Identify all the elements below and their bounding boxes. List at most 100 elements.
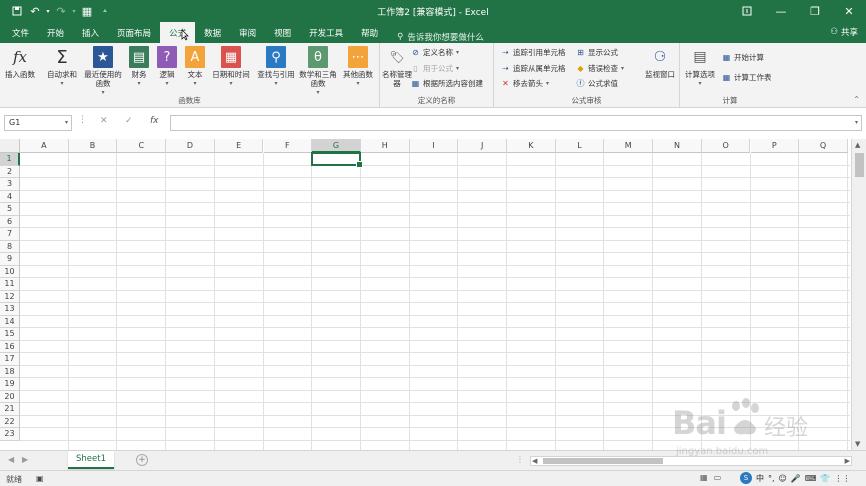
horizontal-scroll-thumb[interactable] — [543, 458, 663, 464]
define-name-button[interactable]: ⊘ 定义名称 ▾ — [411, 47, 459, 58]
column-header-c[interactable]: C — [117, 139, 167, 153]
name-box-dropdown-icon[interactable]: ▾ — [65, 119, 68, 126]
minimize-icon[interactable]: — — [764, 0, 798, 22]
column-header-i[interactable]: I — [409, 139, 459, 153]
more-functions-button[interactable]: ⋯ 其他函数 ▾ — [340, 46, 376, 88]
tab-file[interactable]: 文件 — [0, 22, 38, 43]
cancel-icon[interactable]: ✕ — [100, 116, 108, 126]
insert-function-icon[interactable]: fx — [150, 116, 159, 126]
restore-icon[interactable]: ❐ — [798, 0, 832, 22]
emoji-icon[interactable]: ☺ — [779, 474, 787, 483]
text-button[interactable]: A 文本 ▾ — [183, 46, 207, 88]
column-header-k[interactable]: K — [507, 139, 556, 153]
tab-split-grip-icon[interactable]: ⋮ — [516, 455, 524, 464]
column-header-m[interactable]: M — [604, 139, 654, 153]
scroll-up-icon[interactable]: ▲ — [855, 141, 860, 149]
formula-input[interactable]: ▾ — [170, 115, 862, 131]
sheet-tab-sheet1[interactable]: Sheet1 — [68, 451, 114, 469]
calculate-now-button[interactable]: ▦ 开始计算 — [722, 52, 764, 63]
column-header-q[interactable]: Q — [799, 139, 848, 153]
vertical-scrollbar[interactable]: ▲ ▼ — [851, 139, 866, 450]
normal-view-icon[interactable]: ▦ — [700, 473, 708, 482]
trace-precedents-button[interactable]: ⇢ 追踪引用单元格 — [501, 47, 565, 58]
calculate-sheet-button[interactable]: ▦ 计算工作表 — [722, 72, 772, 83]
tab-page-layout[interactable]: 页面布局 — [108, 22, 160, 43]
autosum-button[interactable]: Σ 自动求和 ▾ — [44, 46, 80, 88]
logical-button[interactable]: ? 逻辑 ▾ — [155, 46, 179, 88]
tab-review[interactable]: 审阅 — [230, 22, 265, 43]
calculation-options-button[interactable]: ▤ 计算选项 ▾ — [684, 46, 716, 88]
date-time-button[interactable]: ▦ 日期和时间 ▾ — [209, 46, 253, 88]
form-icon[interactable]: ▦ — [78, 0, 96, 22]
name-manager-button[interactable]: 🏷 名称管理器 — [382, 46, 412, 89]
tab-data[interactable]: 数据 — [195, 22, 230, 43]
ime-menu-icon[interactable]: ⋮⋮ — [834, 474, 850, 483]
row-header-3[interactable]: 3 — [0, 178, 20, 191]
microphone-icon[interactable]: 🎤 — [791, 474, 801, 483]
enter-icon[interactable]: ✓ — [125, 116, 133, 126]
collapse-ribbon-icon[interactable]: ⌃ — [853, 95, 860, 104]
trace-dependents-button[interactable]: ⇢ 追踪从属单元格 — [501, 63, 565, 74]
recently-used-button[interactable]: ★ 最近使用的函数 ▾ — [82, 46, 124, 97]
row-header-21[interactable]: 21 — [0, 403, 20, 416]
column-header-e[interactable]: E — [214, 139, 264, 153]
insert-function-button[interactable]: fx 插入函数 — [3, 46, 37, 79]
row-header-13[interactable]: 13 — [0, 303, 20, 316]
row-header-7[interactable]: 7 — [0, 228, 20, 241]
page-layout-view-icon[interactable]: ▭ — [714, 473, 722, 482]
redo-icon[interactable]: ↷ — [52, 0, 70, 22]
row-header-9[interactable]: 9 — [0, 253, 20, 266]
row-header-4[interactable]: 4 — [0, 190, 20, 203]
name-box[interactable]: G1 ▾ — [4, 115, 72, 131]
selected-cell[interactable] — [311, 152, 363, 167]
select-all-corner[interactable] — [0, 139, 20, 153]
row-header-10[interactable]: 10 — [0, 265, 20, 278]
row-header-18[interactable]: 18 — [0, 365, 20, 378]
tab-home[interactable]: 开始 — [38, 22, 73, 43]
row-header-2[interactable]: 2 — [0, 165, 20, 178]
column-header-d[interactable]: D — [166, 139, 215, 153]
vertical-scroll-thumb[interactable] — [855, 153, 864, 177]
create-from-selection-button[interactable]: ▦ 根据所选内容创建 — [411, 78, 483, 89]
column-header-l[interactable]: L — [555, 139, 605, 153]
column-header-h[interactable]: H — [360, 139, 410, 153]
tab-help[interactable]: 帮助 — [352, 22, 387, 43]
error-checking-button[interactable]: ◆ 错误检查 ▾ — [576, 63, 624, 74]
tab-formulas[interactable]: 公式 — [160, 22, 196, 43]
ime-logo-icon[interactable]: S — [740, 472, 752, 484]
next-sheet-icon[interactable]: ▶ — [22, 455, 28, 464]
evaluate-formula-button[interactable]: ⓕ 公式求值 — [576, 78, 619, 89]
column-header-p[interactable]: P — [750, 139, 800, 153]
close-icon[interactable]: ✕ — [832, 0, 866, 22]
row-header-8[interactable]: 8 — [0, 240, 20, 253]
row-header-20[interactable]: 20 — [0, 390, 20, 403]
row-header-12[interactable]: 12 — [0, 290, 20, 303]
expand-formula-bar-icon[interactable]: ▾ — [855, 119, 858, 126]
scroll-left-icon[interactable]: ◀ — [532, 457, 537, 465]
undo-icon[interactable]: ↶ — [26, 0, 44, 22]
redo-dropdown-icon[interactable]: ▾ — [70, 0, 78, 22]
show-formulas-button[interactable]: ⊞ 显示公式 — [576, 47, 618, 58]
tab-insert[interactable]: 插入 — [73, 22, 108, 43]
column-header-n[interactable]: N — [653, 139, 702, 153]
row-header-19[interactable]: 19 — [0, 378, 20, 391]
tab-developer[interactable]: 开发工具 — [300, 22, 352, 43]
customize-qat-icon[interactable]: ⩡ — [96, 0, 114, 22]
row-header-22[interactable]: 22 — [0, 415, 20, 428]
financial-button[interactable]: ▤ 财务 ▾ — [127, 46, 151, 88]
ime-punct-label[interactable]: °, — [768, 474, 775, 483]
use-in-formula-button[interactable]: ▯ 用于公式 ▾ — [411, 63, 459, 74]
share-button[interactable]: ⚇ 共享 — [830, 26, 858, 38]
tab-view[interactable]: 视图 — [265, 22, 300, 43]
tell-me-box[interactable]: ⚲ 告诉我你想要做什么 — [397, 31, 484, 43]
prev-sheet-icon[interactable]: ◀ — [8, 455, 14, 464]
ime-lang-label[interactable]: 中 — [756, 473, 764, 484]
remove-arrows-button[interactable]: ✕ 移去箭头 ▾ — [501, 78, 549, 89]
row-header-14[interactable]: 14 — [0, 315, 20, 328]
save-icon[interactable] — [8, 0, 26, 22]
add-sheet-icon[interactable]: + — [136, 454, 148, 466]
column-header-g[interactable]: G — [312, 139, 361, 153]
math-trig-button[interactable]: θ 数学和三角函数 ▾ — [298, 46, 338, 97]
column-header-a[interactable]: A — [20, 139, 69, 153]
macro-recording-icon[interactable]: ▣ — [36, 474, 44, 483]
